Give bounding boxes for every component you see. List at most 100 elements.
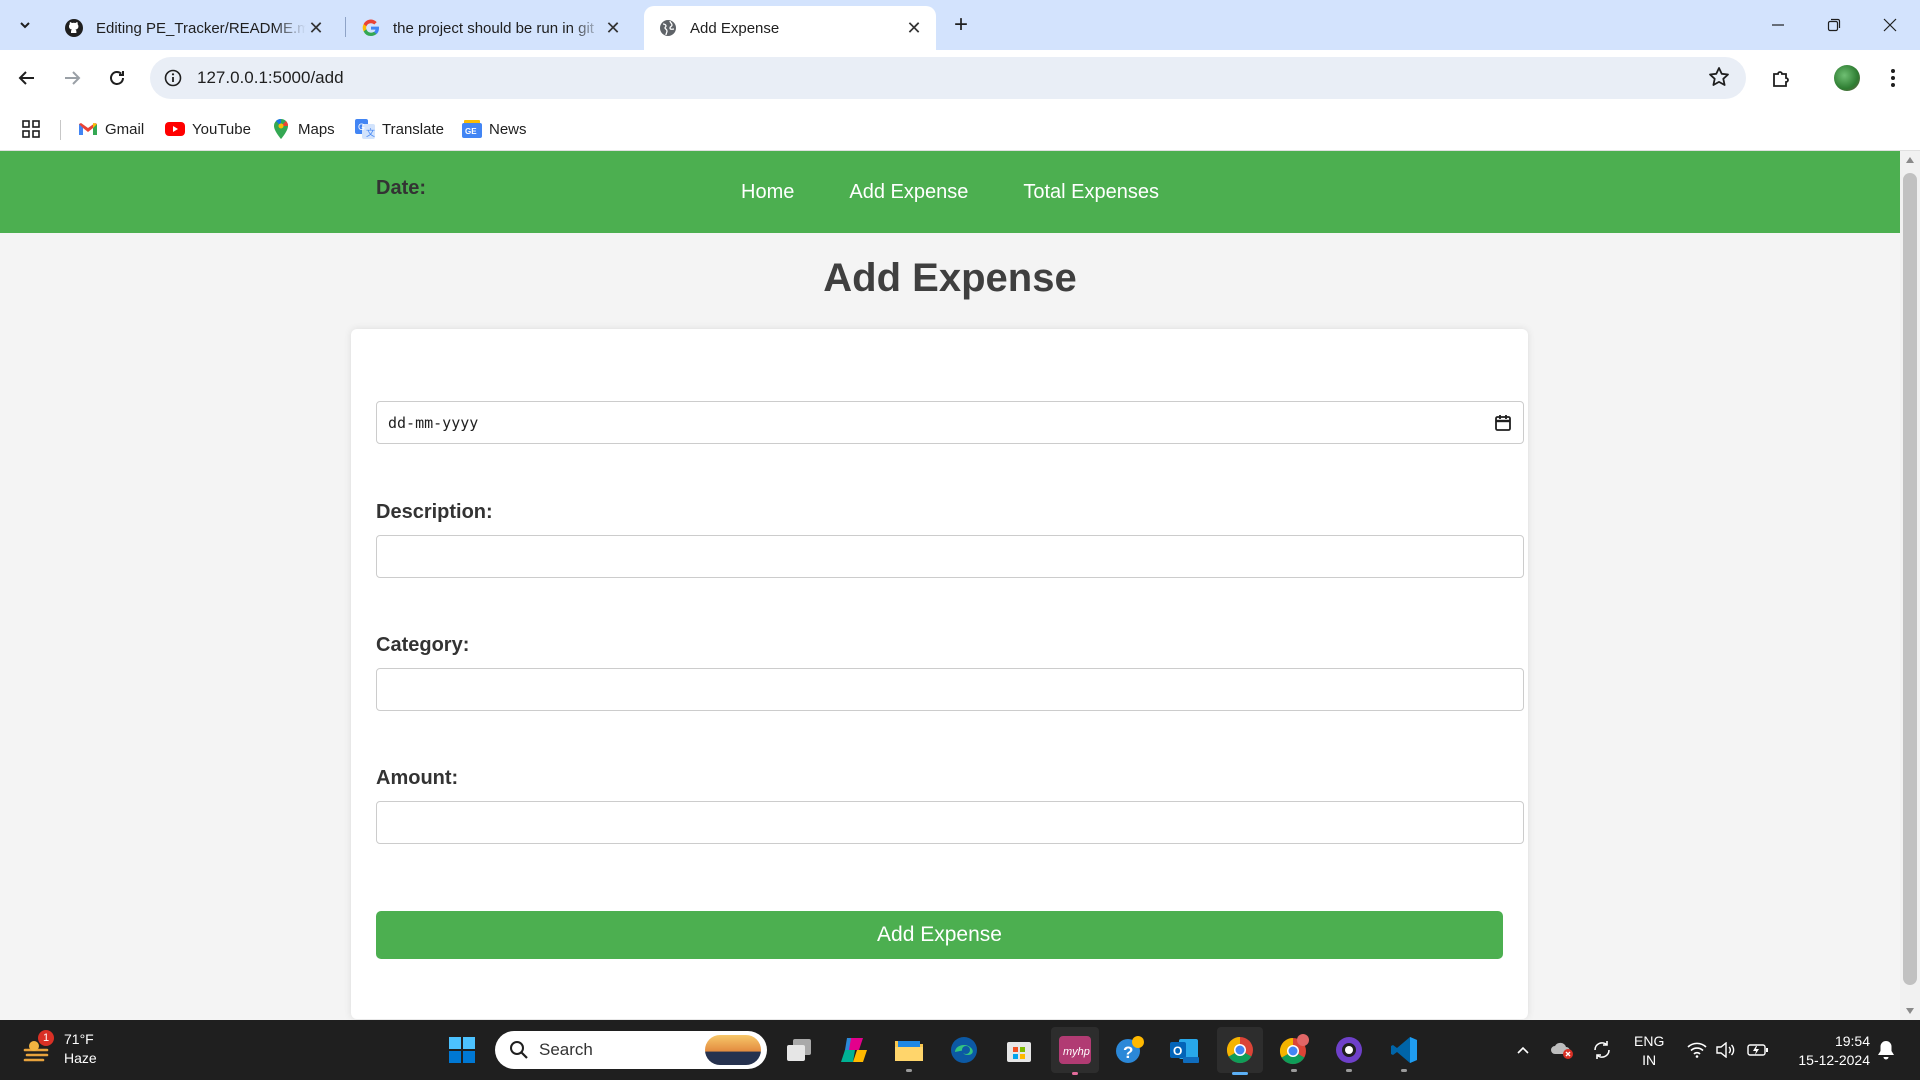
store-button[interactable] [999,1030,1039,1070]
reload-button[interactable] [99,60,135,96]
bookmark-news[interactable]: GE News [462,115,527,143]
tab-separator [345,17,346,37]
start-button[interactable] [442,1030,482,1070]
tab-search-button[interactable] [10,11,40,39]
nav-link-add-expense[interactable]: Add Expense [849,181,968,204]
show-hidden-icons-button[interactable] [1510,1020,1536,1080]
running-indicator [1232,1072,1248,1075]
chrome-profile-button[interactable] [1274,1030,1314,1072]
tab-github-readme[interactable]: Editing PE_Tracker/README.md ✕ [50,6,338,50]
minimize-button[interactable] [1750,0,1806,50]
wifi-icon [1687,1042,1707,1058]
profile-button[interactable] [1829,60,1865,96]
sync-icon [1594,1041,1610,1059]
bookmark-gmail[interactable]: Gmail [78,115,144,143]
weather-icon: 1 [22,1030,54,1064]
restore-button[interactable] [1806,0,1862,50]
bookmark-label: Gmail [105,120,145,138]
tab-close-icon[interactable]: ✕ [603,18,623,38]
taskbar-search[interactable]: Search [495,1031,767,1069]
github-desktop-button[interactable] [1329,1030,1369,1072]
forward-button[interactable] [54,60,90,96]
bookmark-translate[interactable]: G文 Translate [355,115,444,143]
new-tab-button[interactable]: + [948,12,974,38]
scrollbar-thumb[interactable] [1903,173,1917,985]
edge-button[interactable] [944,1030,984,1070]
nav-link-total-expenses[interactable]: Total Expenses [1023,181,1159,204]
myhp-button[interactable]: myhp [1051,1027,1099,1075]
weather-condition: Haze [64,1050,97,1066]
vscode-icon [1391,1037,1417,1063]
add-expense-form: Date: dd-mm-yyyy Description: Category: … [351,177,1528,1019]
copilot-button[interactable] [834,1030,874,1070]
close-window-button[interactable] [1862,0,1918,50]
category-input[interactable] [376,668,1524,711]
language-code: ENG [1634,1033,1665,1049]
back-button[interactable] [9,60,45,96]
arrow-left-icon [18,71,34,85]
task-view-button[interactable] [779,1030,819,1070]
notifications-button[interactable] [1874,1020,1898,1080]
windows-icon [449,1037,475,1063]
description-label: Description: [376,501,493,523]
tab-google-search[interactable]: the project should be run in git ✕ [347,6,635,50]
extensions-button[interactable] [1763,60,1799,96]
nav-link-home[interactable]: Home [741,181,794,204]
tab-add-expense[interactable]: Add Expense ✕ [644,6,936,50]
address-bar[interactable]: 127.0.0.1:5000/add [150,57,1746,99]
battery-status[interactable] [1744,1020,1772,1080]
outlook-icon: O [1170,1039,1199,1063]
svg-text:GE: GE [465,127,477,136]
running-indicator [1346,1069,1352,1072]
arrow-right-icon [65,71,81,85]
chevron-down-icon [20,22,30,29]
vscode-button[interactable] [1384,1030,1424,1072]
get-help-button[interactable]: ? [1109,1030,1149,1070]
calendar-icon[interactable] [1494,414,1512,432]
weather-widget[interactable]: 1 71°F Haze [22,1030,97,1068]
bookmark-star-icon[interactable] [1708,66,1730,93]
svg-text:文: 文 [366,127,375,138]
apps-button[interactable] [22,115,40,143]
system-clock[interactable]: 19:54 15-12-2024 [1786,1032,1870,1070]
date-input[interactable]: dd-mm-yyyy [376,401,1524,444]
tab-close-icon[interactable]: ✕ [904,18,924,38]
amount-label: Amount: [376,767,459,789]
search-placeholder: Search [539,1040,593,1059]
clock-date: 15-12-2024 [1798,1052,1870,1068]
chrome-menu-button[interactable] [1875,60,1911,96]
bookmark-youtube[interactable]: YouTube [165,115,251,143]
amount-input[interactable] [376,801,1524,844]
scroll-up-icon[interactable] [1906,157,1914,163]
scroll-down-icon[interactable] [1906,1008,1914,1014]
outlook-button[interactable]: O [1164,1030,1204,1070]
news-icon: GE [462,119,482,139]
bookmark-maps[interactable]: Maps [271,115,335,143]
weather-badge: 1 [38,1030,54,1046]
copilot-icon [841,1038,867,1062]
add-expense-button[interactable]: Add Expense [376,911,1503,959]
tab-close-icon[interactable]: ✕ [306,18,326,38]
running-indicator [1401,1069,1407,1072]
running-indicator [1072,1072,1078,1075]
svg-text:G: G [358,122,365,132]
volume-status[interactable] [1713,1020,1739,1080]
task-view-icon [787,1039,811,1061]
running-indicator [1291,1069,1297,1072]
file-explorer-button[interactable] [889,1030,929,1072]
sync-status[interactable] [1588,1020,1616,1080]
avatar [1834,65,1860,91]
onedrive-status[interactable] [1548,1020,1576,1080]
region-code: IN [1642,1052,1657,1068]
chrome-button[interactable] [1217,1027,1263,1075]
more-vertical-icon [1891,69,1895,87]
browser-toolbar: 127.0.0.1:5000/add [0,50,1920,107]
chevron-up-icon [1517,1046,1529,1054]
input-language[interactable]: ENG IN [1634,1032,1664,1070]
page-scrollbar[interactable] [1900,151,1920,1020]
site-info-icon[interactable] [160,65,186,91]
wifi-status[interactable] [1685,1020,1709,1080]
description-input[interactable] [376,535,1524,578]
tab-title: Editing PE_Tracker/README.md [96,19,306,37]
weather-temp: 71°F [64,1031,94,1047]
